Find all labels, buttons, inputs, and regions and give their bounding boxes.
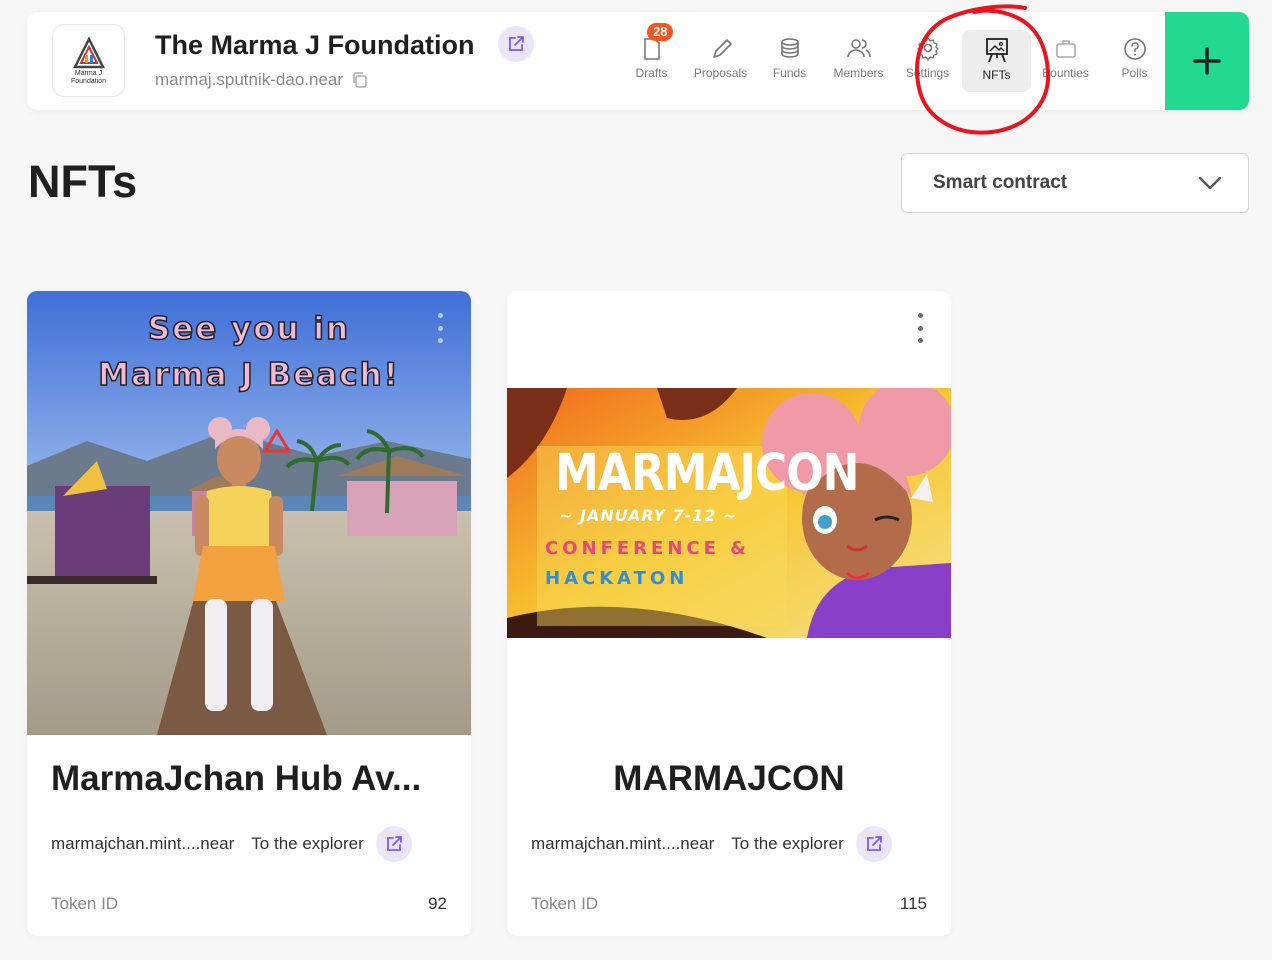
image-caption-line: See you in (147, 310, 351, 348)
nav-funds[interactable]: Funds (755, 30, 824, 92)
nav-proposals[interactable]: Proposals (686, 30, 755, 92)
token-id-value: 92 (428, 894, 447, 913)
image-line: HACKATON (545, 568, 689, 589)
card-menu-button[interactable] (917, 313, 923, 343)
dao-header: Marma J Foundation The Marma J Foundatio… (27, 12, 1249, 110)
dao-logo[interactable]: Marma J Foundation (52, 24, 125, 97)
nav-nfts[interactable]: NFTs (962, 30, 1031, 92)
page-title: NFTs (28, 156, 138, 207)
token-id-row: Token ID 92 (51, 894, 447, 914)
dao-account: marmaj.sputnik-dao.near (155, 70, 369, 90)
nft-meta: marmajchan.mint....near To the explorer (531, 826, 927, 862)
nft-name: MarmaJchan Hub Av... (51, 759, 422, 798)
nav-label: Proposals (693, 66, 748, 80)
dao-account-name: marmaj.sputnik-dao.near (155, 70, 344, 89)
logo-mark-icon (72, 35, 105, 68)
image-dates: ~ JANUARY 7-12 ~ (559, 506, 738, 525)
external-link-icon (509, 36, 524, 51)
explorer-link[interactable]: To the explorer (251, 834, 363, 854)
nav-label: NFTs (982, 68, 1011, 82)
gear-icon (916, 37, 939, 61)
image-caption-line: Marma J Beach! (97, 356, 400, 394)
dao-external-link-button[interactable] (498, 26, 534, 62)
nav-label: Funds (772, 66, 807, 80)
briefcase-icon (1055, 40, 1076, 58)
token-id-label: Token ID (531, 894, 599, 913)
nav-polls[interactable]: Polls (1100, 30, 1169, 92)
coins-icon (780, 38, 799, 58)
external-link-icon (866, 836, 882, 851)
nft-contract: marmajchan.mint....near (51, 834, 235, 853)
token-id-row: Token ID 115 (531, 894, 927, 914)
nav-label: Bounties (1042, 66, 1089, 80)
logo-text: Marma J Foundation (70, 69, 107, 85)
pencil-icon (712, 39, 732, 58)
token-id-label: Token ID (51, 894, 119, 913)
nav-label: Settings (905, 66, 950, 80)
plus-icon (1193, 47, 1221, 75)
nft-name: MARMAJCON (613, 759, 845, 798)
nft-card[interactable]: See you in Marma J Beach! MarmaJchan Hub… (27, 291, 471, 936)
select-value: Smart contract (933, 172, 1068, 193)
drafts-count-badge: 28 (647, 23, 674, 41)
nft-contract: marmajchan.mint....near (531, 834, 715, 853)
create-proposal-button[interactable] (1165, 12, 1249, 110)
nft-meta: marmajchan.mint....near To the explorer (51, 826, 447, 862)
nft-card[interactable]: MARMAJCON ~ JANUARY 7-12 ~ CONFERENCE & … (507, 291, 951, 936)
nav-bounties[interactable]: Bounties (1031, 30, 1100, 92)
dao-nav: 28 Drafts Proposals Funds Members Settin… (617, 23, 1169, 94)
nav-members[interactable]: Members (824, 30, 893, 92)
external-link-icon (386, 836, 402, 851)
nav-label: Members (833, 66, 884, 80)
token-id-value: 115 (899, 894, 927, 913)
explorer-link-button[interactable] (855, 826, 892, 862)
card-menu-button[interactable] (437, 313, 443, 343)
nav-label: Polls (1121, 66, 1148, 80)
smart-contract-select[interactable]: Smart contract (901, 153, 1249, 213)
dao-title: The Marma J Foundation (155, 30, 475, 60)
question-circle-icon (1123, 38, 1146, 60)
nft-image-beach-avatar[interactable]: See you in Marma J Beach! (27, 291, 471, 735)
chevron-down-icon (1198, 176, 1222, 190)
easel-icon (985, 38, 1008, 63)
copy-icon[interactable] (351, 71, 369, 89)
nft-image-marmajcon[interactable]: MARMAJCON ~ JANUARY 7-12 ~ CONFERENCE & … (507, 388, 951, 638)
nav-label: Drafts (635, 66, 668, 80)
nav-settings[interactable]: Settings (893, 30, 962, 92)
image-title: MARMAJCON (555, 444, 859, 503)
nav-drafts[interactable]: 28 Drafts (617, 23, 686, 92)
image-line: CONFERENCE & (545, 538, 750, 559)
explorer-link-button[interactable] (375, 826, 412, 862)
members-icon (846, 39, 871, 58)
explorer-link[interactable]: To the explorer (731, 834, 843, 854)
